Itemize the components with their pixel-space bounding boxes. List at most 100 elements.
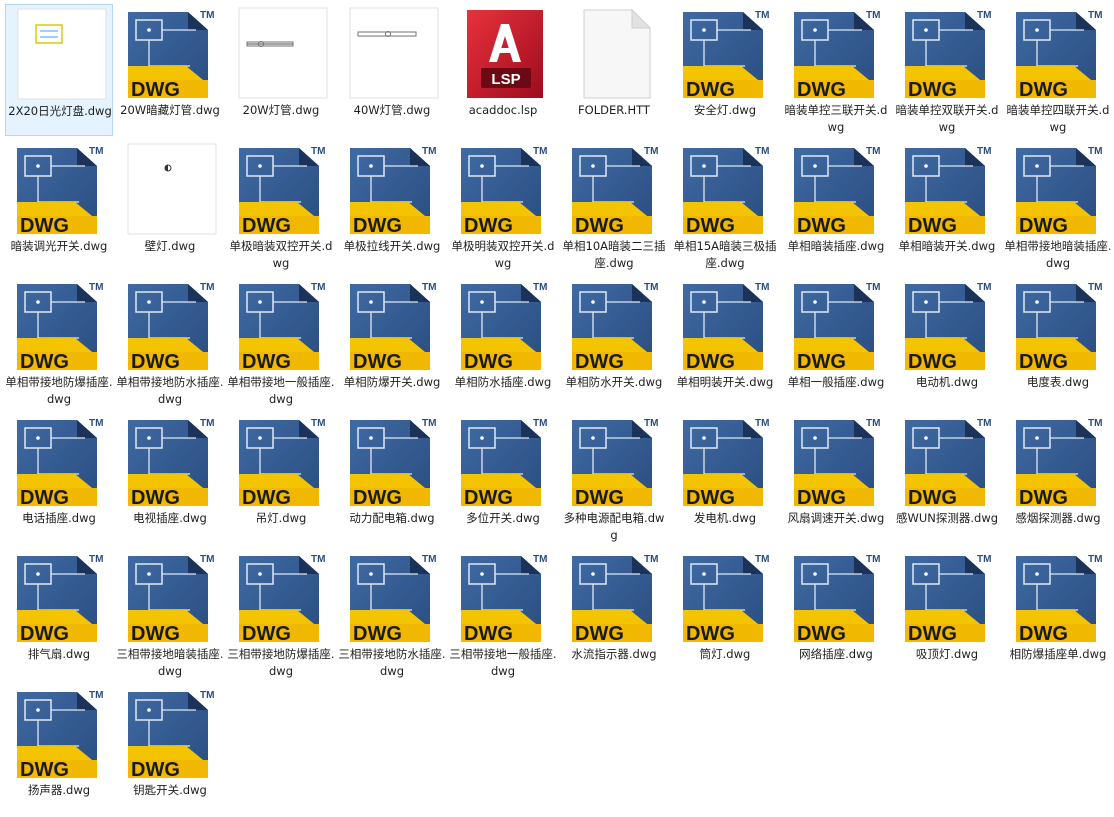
file-item[interactable]: DWG TM 单相暗装插座.dwg — [782, 140, 890, 272]
file-item[interactable]: DWG TM 三相带接地防水插座.dwg — [338, 548, 446, 680]
file-item[interactable]: DWG TM 单相带接地暗装插座.dwg — [1004, 140, 1112, 272]
trademark-text: TM — [533, 146, 547, 157]
dwg-file-icon: DWG TM — [1014, 414, 1106, 510]
dwg-badge-text: DWG — [797, 215, 846, 237]
drawing-thumbnail-icon — [126, 142, 218, 238]
file-item[interactable]: DWG TM 单相防爆开关.dwg — [338, 276, 446, 408]
dwg-badge-text: DWG — [686, 351, 735, 373]
file-item[interactable]: DWG TM 20W暗藏灯管.dwg — [116, 4, 224, 136]
file-item[interactable]: DWG TM 吸顶灯.dwg — [893, 548, 1001, 680]
file-item[interactable]: DWG TM 单相10A暗装二三插座.dwg — [560, 140, 668, 272]
autocad-lsp-icon: LSP — [459, 6, 551, 102]
file-item[interactable]: DWG TM 感WUN探测器.dwg — [893, 412, 1001, 544]
file-item[interactable]: 40W灯管.dwg — [338, 4, 446, 136]
file-name-label: 暗装调光开关.dwg — [10, 239, 108, 253]
file-item[interactable]: DWG TM 排气扇.dwg — [5, 548, 113, 680]
file-item[interactable]: DWG TM 吊灯.dwg — [227, 412, 335, 544]
file-item[interactable]: DWG TM 暗装单控四联开关.dwg — [1004, 4, 1112, 136]
trademark-text: TM — [422, 418, 436, 429]
dwg-file-icon: DWG TM — [792, 550, 884, 646]
file-item[interactable]: DWG TM 单相带接地防爆插座.dwg — [5, 276, 113, 408]
file-item[interactable]: DWG TM 网络插座.dwg — [782, 548, 890, 680]
trademark-text: TM — [311, 146, 325, 157]
file-item[interactable]: DWG TM 感烟探测器.dwg — [1004, 412, 1112, 544]
trademark-text: TM — [866, 146, 880, 157]
dwg-file-icon: DWG TM — [348, 278, 440, 374]
dwg-file-icon: DWG TM — [570, 278, 662, 374]
file-item[interactable]: DWG TM 三相带接地暗装插座.dwg — [116, 548, 224, 680]
file-item[interactable]: DWG TM 单相带接地一般插座.dwg — [227, 276, 335, 408]
file-item[interactable]: DWG TM 单极暗装双控开关.dwg — [227, 140, 335, 272]
file-item[interactable]: DWG TM 单相带接地防水插座.dwg — [116, 276, 224, 408]
file-item[interactable]: 壁灯.dwg — [116, 140, 224, 272]
dwg-badge-text: DWG — [908, 79, 957, 101]
file-item[interactable]: DWG TM 单相一般插座.dwg — [782, 276, 890, 408]
file-item[interactable]: DWG TM 暗装单控双联开关.dwg — [893, 4, 1001, 136]
file-item[interactable]: DWG TM 电视插座.dwg — [116, 412, 224, 544]
file-name-label: 吊灯.dwg — [255, 511, 307, 525]
file-name-label: 暗装单控双联开关.dwg — [895, 103, 999, 134]
trademark-text: TM — [533, 418, 547, 429]
file-name-label: 风扇调速开关.dwg — [787, 511, 885, 525]
trademark-text: TM — [977, 146, 991, 157]
file-name-label: 单相15A暗装三极插座.dwg — [673, 239, 777, 270]
file-item[interactable]: DWG TM 暗装调光开关.dwg — [5, 140, 113, 272]
file-item[interactable]: DWG TM 筒灯.dwg — [671, 548, 779, 680]
file-item[interactable]: DWG TM 单相暗装开关.dwg — [893, 140, 1001, 272]
dwg-badge-text: DWG — [575, 487, 624, 509]
file-name-label: 电话插座.dwg — [22, 511, 96, 525]
trademark-text: TM — [311, 554, 325, 565]
dwg-file-icon: DWG TM — [1014, 550, 1106, 646]
file-item[interactable]: DWG TM 电动机.dwg — [893, 276, 1001, 408]
dwg-badge-text: DWG — [464, 623, 513, 645]
file-name-label: 动力配电箱.dwg — [349, 511, 435, 525]
dwg-badge-text: DWG — [464, 215, 513, 237]
file-item[interactable]: DWG TM 动力配电箱.dwg — [338, 412, 446, 544]
file-name-label: 单相防爆开关.dwg — [343, 375, 441, 389]
file-item[interactable]: DWG TM 水流指示器.dwg — [560, 548, 668, 680]
file-item[interactable]: DWG TM 电度表.dwg — [1004, 276, 1112, 408]
file-name-label: 单相防水开关.dwg — [565, 375, 663, 389]
dwg-badge-text: DWG — [797, 487, 846, 509]
file-item[interactable]: DWG TM 单相防水插座.dwg — [449, 276, 557, 408]
file-name-label: 单相带接地一般插座.dwg — [227, 375, 335, 406]
file-item[interactable]: DWG TM 单极明装双控开关.dwg — [449, 140, 557, 272]
file-item[interactable]: DWG TM 单相防水开关.dwg — [560, 276, 668, 408]
file-name-label: 暗装单控四联开关.dwg — [1006, 103, 1110, 134]
file-name-label: 钥匙开关.dwg — [133, 783, 207, 797]
file-name-label: 单相防水插座.dwg — [454, 375, 552, 389]
file-item[interactable]: DWG TM 单相15A暗装三极插座.dwg — [671, 140, 779, 272]
dwg-file-icon: DWG TM — [15, 414, 107, 510]
file-item[interactable]: DWG TM 多位开关.dwg — [449, 412, 557, 544]
file-item[interactable]: DWG TM 三相带接地一般插座.dwg — [449, 548, 557, 680]
dwg-file-icon: DWG TM — [903, 278, 995, 374]
dwg-file-icon: DWG TM — [570, 414, 662, 510]
file-item[interactable]: DWG TM 相防爆插座单.dwg — [1004, 548, 1112, 680]
file-item[interactable]: DWG TM 发电机.dwg — [671, 412, 779, 544]
file-item[interactable]: DWG TM 安全灯.dwg — [671, 4, 779, 136]
dwg-badge-text: DWG — [131, 79, 180, 101]
file-item[interactable]: 20W灯管.dwg — [227, 4, 335, 136]
file-item[interactable]: DWG TM 单极拉线开关.dwg — [338, 140, 446, 272]
file-item[interactable]: DWG TM 钥匙开关.dwg — [116, 684, 224, 816]
file-item[interactable]: LSP acaddoc.lsp — [449, 4, 557, 136]
file-item[interactable]: DWG TM 电话插座.dwg — [5, 412, 113, 544]
file-item[interactable]: DWG TM 三相带接地防爆插座.dwg — [227, 548, 335, 680]
dwg-file-icon: DWG TM — [459, 278, 551, 374]
file-name-label: 感烟探测器.dwg — [1015, 511, 1101, 525]
file-item[interactable]: FOLDER.HTT — [560, 4, 668, 136]
file-item[interactable]: DWG TM 风扇调速开关.dwg — [782, 412, 890, 544]
file-name-label: 单相暗装开关.dwg — [898, 239, 996, 253]
file-item[interactable]: DWG TM 扬声器.dwg — [5, 684, 113, 816]
file-item[interactable]: 2X20日光灯盘.dwg — [5, 4, 113, 136]
drawing-thumbnail-icon — [16, 7, 108, 103]
trademark-text: TM — [755, 418, 769, 429]
file-name-label: 单相带接地防爆插座.dwg — [5, 375, 113, 406]
dwg-badge-text: DWG — [20, 215, 69, 237]
file-item[interactable]: DWG TM 多种电源配电箱.dwg — [560, 412, 668, 544]
trademark-text: TM — [200, 282, 214, 293]
file-item[interactable]: DWG TM 单相明装开关.dwg — [671, 276, 779, 408]
dwg-file-icon: DWG TM — [126, 6, 218, 102]
drawing-thumbnail-icon — [237, 6, 329, 102]
file-item[interactable]: DWG TM 暗装单控三联开关.dwg — [782, 4, 890, 136]
